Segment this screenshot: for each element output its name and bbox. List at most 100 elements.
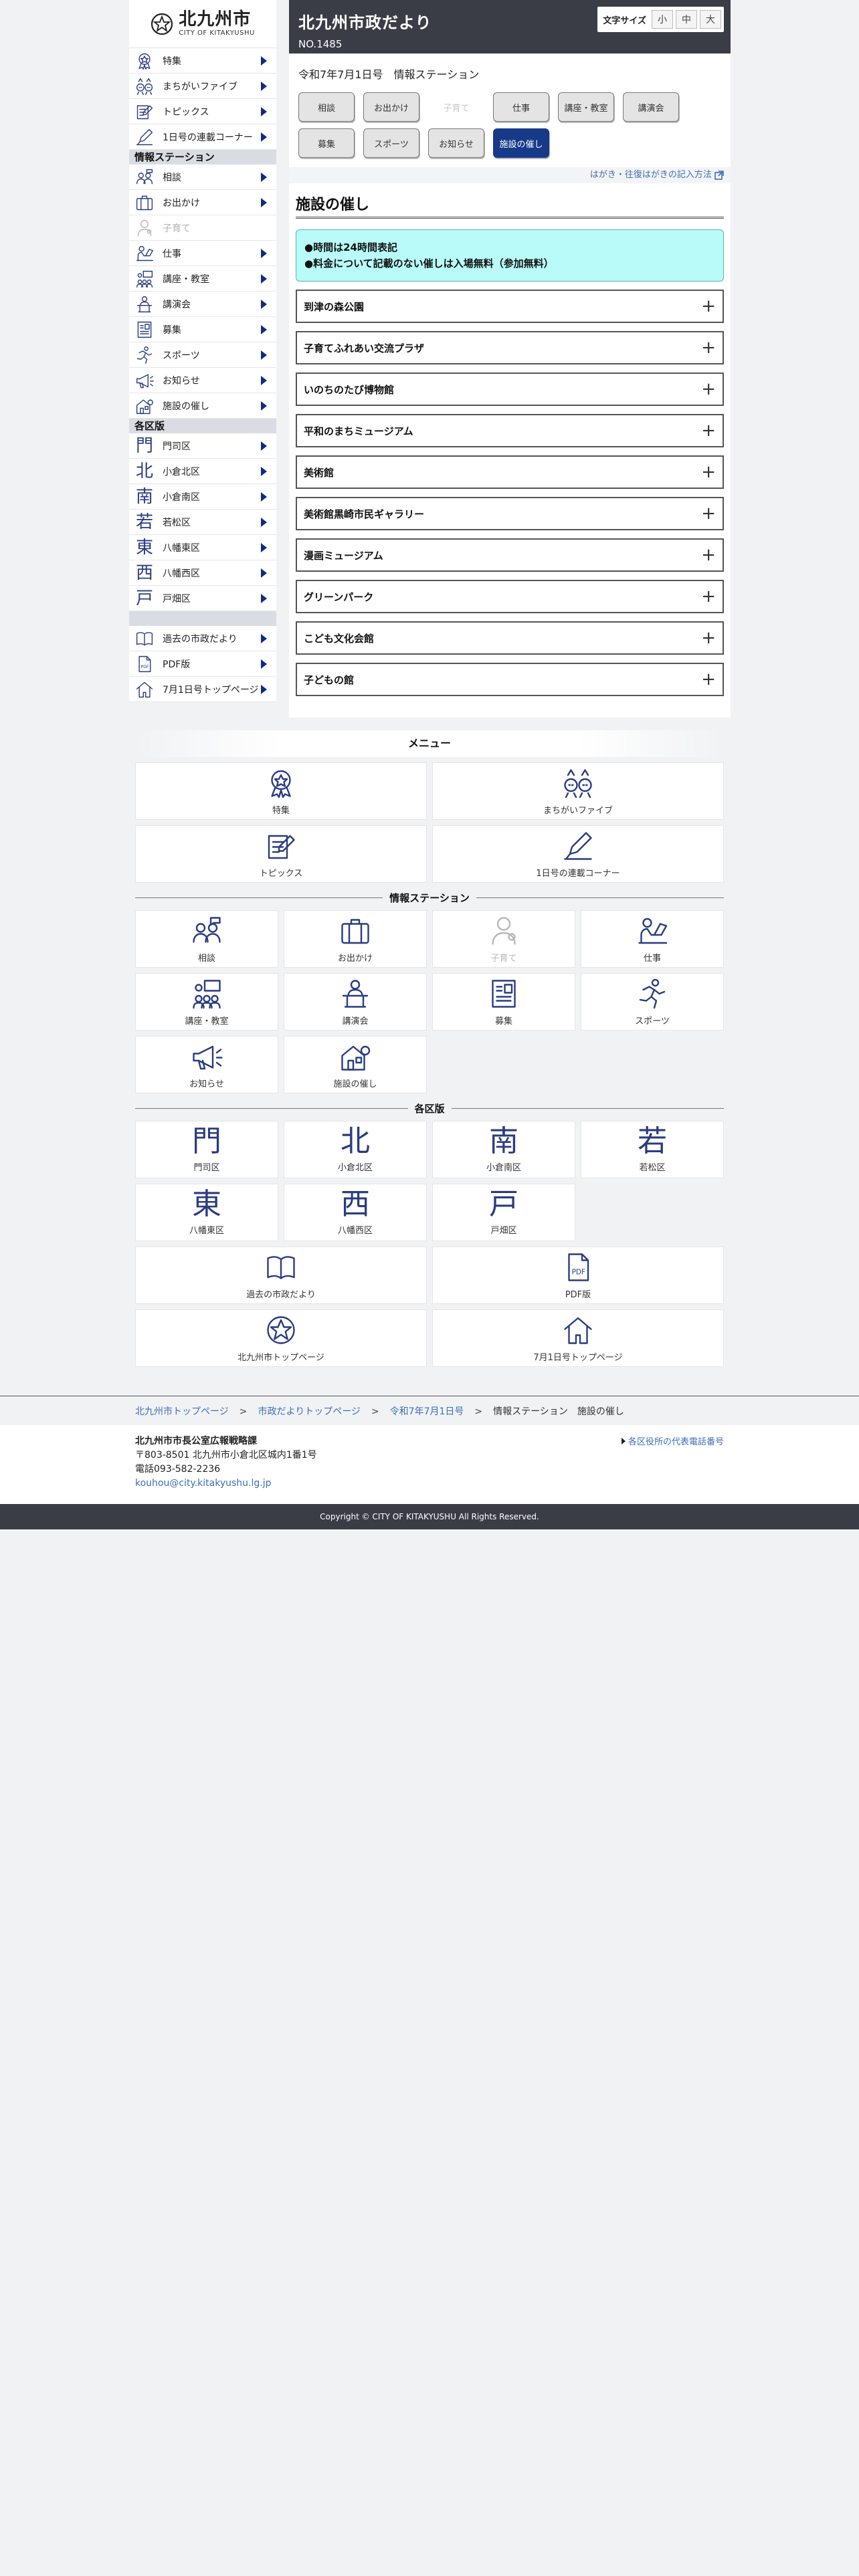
sidebar-item[interactable]: 門 門司区 <box>129 433 276 459</box>
menu-tile[interactable]: トピックス <box>135 825 427 883</box>
ward-kanji: 西 <box>135 562 153 583</box>
svg-text:PDF: PDF <box>572 1268 585 1276</box>
lecture-icon <box>133 293 156 316</box>
facility-name: 到津の森公園 <box>304 300 365 313</box>
sidebar-item[interactable]: お知らせ <box>129 368 276 393</box>
facility-accordion[interactable]: 到津の森公園 + <box>296 290 724 323</box>
menu-tile[interactable]: 7月1日号トップページ <box>432 1309 724 1367</box>
sidebar-item[interactable]: まちがいファイブ <box>129 74 276 99</box>
facility-accordion[interactable]: 美術館黒崎市民ギャラリー + <box>296 497 724 530</box>
ward-icon: 西 <box>133 562 156 584</box>
facility-accordion[interactable]: 美術館 + <box>296 455 724 489</box>
font-size-small-button[interactable]: 小 <box>652 10 673 29</box>
sidebar-item[interactable]: 1日号の連載コーナー <box>129 124 276 150</box>
menu-tile[interactable]: 特集 <box>135 762 427 820</box>
city-logo[interactable]: 北九州市 CITY OF KITAKYUSHU <box>129 0 276 48</box>
menu-tile[interactable]: まちがいファイブ <box>432 762 724 820</box>
font-size-large-button[interactable]: 大 <box>700 10 721 29</box>
menu-info-grid: 相談 お出かけ 子育て 仕事 講座・教室 講演会 募集 スポーツ お知らせ 施設の催し <box>135 910 724 1093</box>
menu-tile[interactable]: 講演会 <box>284 973 427 1031</box>
ward-kanji: 南 <box>135 486 153 507</box>
menu-tile[interactable]: 過去の市政だより <box>135 1247 427 1304</box>
home-icon <box>133 678 156 701</box>
sidebar-item[interactable]: PDF PDF版 <box>129 651 276 677</box>
sidebar-item[interactable]: 東 八幡東区 <box>129 535 276 560</box>
menu-tile[interactable]: お出かけ <box>284 910 427 968</box>
menu-ward-grid: 門門司区北小倉北区南小倉南区若若松区東八幡東区西八幡西区戸戸畑区 <box>135 1121 724 1241</box>
breadcrumb-link[interactable]: 市政だよりトップページ <box>258 1406 360 1417</box>
sidebar-item[interactable]: 戸 戸畑区 <box>129 586 276 611</box>
facility-name: 平和のまちミュージアム <box>304 425 413 437</box>
footer-email-link[interactable]: kouhou@city.kitakyushu.lg.jp <box>135 1477 317 1491</box>
ward-phone-link[interactable]: 各区役所の代表電話番号 <box>621 1434 724 1447</box>
facility-accordion[interactable]: いのちのたび博物館 + <box>296 372 724 406</box>
font-size-medium-button[interactable]: 中 <box>676 10 697 29</box>
facility-accordion[interactable]: 子育てふれあい交流プラザ + <box>296 331 724 364</box>
sidebar-item[interactable]: 南 小倉南区 <box>129 484 276 510</box>
facility-accordion[interactable]: 漫画ミュージアム + <box>296 538 724 572</box>
menu-tile[interactable]: 1日号の連載コーナー <box>432 825 724 883</box>
sidebar-item[interactable]: トピックス <box>129 99 276 124</box>
menu-tile[interactable]: 募集 <box>432 973 575 1031</box>
sidebar-item[interactable]: 講演会 <box>129 292 276 317</box>
category-tab[interactable]: 仕事 <box>493 92 549 122</box>
category-tab[interactable]: お出かけ <box>363 92 419 122</box>
city-emblem-icon <box>265 1314 297 1346</box>
menu-tile[interactable]: 西八幡西区 <box>284 1184 427 1241</box>
menu-tile[interactable]: 講座・教室 <box>135 973 278 1031</box>
menu-tile[interactable]: 門門司区 <box>135 1121 278 1178</box>
facility-accordion[interactable]: 平和のまちミュージアム + <box>296 414 724 447</box>
menu-tile[interactable]: 東八幡東区 <box>135 1184 278 1241</box>
category-tab[interactable]: スポーツ <box>363 128 419 158</box>
facility-accordion[interactable]: 子どもの館 + <box>296 663 724 696</box>
menu-tile[interactable]: 戸戸畑区 <box>432 1184 575 1241</box>
facility-accordion[interactable]: グリーンパーク + <box>296 580 724 613</box>
arrow-right-icon <box>261 375 267 385</box>
sidebar-item[interactable]: 西 八幡西区 <box>129 560 276 586</box>
footer-address: 〒803-8501 北九州市小倉北区城内1番1号 <box>135 1450 317 1461</box>
facility-accordion[interactable]: こども文化会館 + <box>296 621 724 655</box>
expand-plus-icon: + <box>701 296 716 316</box>
footer: 北九州市市長公室広報戦略課 〒803-8501 北九州市小倉北区城内1番1号 電… <box>0 1425 859 1504</box>
breadcrumb-list: 北九州市トップページ > 市政だよりトップページ > 令和7年7月1日号 > 情報ステーショ… <box>135 1404 624 1418</box>
sidebar-item[interactable]: 過去の市政だより <box>129 626 276 651</box>
sidebar-item[interactable]: スポーツ <box>129 342 276 368</box>
facility-name: 子どもの館 <box>304 673 355 686</box>
menu-tile[interactable]: 施設の催し <box>284 1036 427 1093</box>
menu-tile[interactable]: スポーツ <box>581 973 724 1031</box>
arrow-right-icon <box>261 299 267 309</box>
sidebar-item[interactable]: 講座・教室 <box>129 266 276 292</box>
category-tab[interactable]: 施設の催し <box>493 128 549 158</box>
sidebar-item[interactable]: 募集 <box>129 317 276 342</box>
category-tab[interactable]: 募集 <box>298 128 355 158</box>
sidebar-item[interactable]: 仕事 <box>129 241 276 266</box>
menu-tile[interactable]: お知らせ <box>135 1036 278 1093</box>
sidebar-item[interactable]: 北 小倉北区 <box>129 459 276 484</box>
category-tab[interactable]: お知らせ <box>428 128 484 158</box>
facility-name: 漫画ミュージアム <box>304 549 383 562</box>
menu-tile-label: 7月1日号トップページ <box>533 1352 623 1363</box>
sidebar-item[interactable]: 7月1日号トップページ <box>129 677 276 702</box>
postcard-link[interactable]: はがき・往復はがきの記入方法 <box>590 170 712 180</box>
menu-tile[interactable]: 北小倉北区 <box>284 1121 427 1178</box>
sidebar-item[interactable]: 若 若松区 <box>129 510 276 535</box>
menu-tile[interactable]: 相談 <box>135 910 278 968</box>
breadcrumb-link[interactable]: 北九州市トップページ <box>135 1406 229 1417</box>
sidebar-item[interactable]: 相談 <box>129 165 276 190</box>
breadcrumb-link[interactable]: 令和7年7月1日号 <box>390 1406 464 1417</box>
sidebar-item[interactable]: 特集 <box>129 48 276 74</box>
menu-tile[interactable]: 仕事 <box>581 910 724 968</box>
mascots-icon <box>562 767 594 799</box>
menu-tile[interactable]: PDF PDF版 <box>432 1247 724 1304</box>
sidebar-item[interactable]: お出かけ <box>129 190 276 215</box>
menu-tile[interactable]: 若若松区 <box>581 1121 724 1178</box>
arrow-right-icon <box>261 56 267 66</box>
category-tab[interactable]: 講演会 <box>623 92 679 122</box>
sidebar-item[interactable]: 施設の催し <box>129 393 276 419</box>
menu-tile-label: 過去の市政だより <box>246 1289 316 1300</box>
menu-tile[interactable]: 南小倉南区 <box>432 1121 575 1178</box>
menu-tile[interactable]: 北九州市トップページ <box>135 1309 427 1367</box>
category-tab[interactable]: 講座・教室 <box>558 92 614 122</box>
section-title: 施設の催し <box>296 193 724 219</box>
category-tab[interactable]: 相談 <box>298 92 355 122</box>
